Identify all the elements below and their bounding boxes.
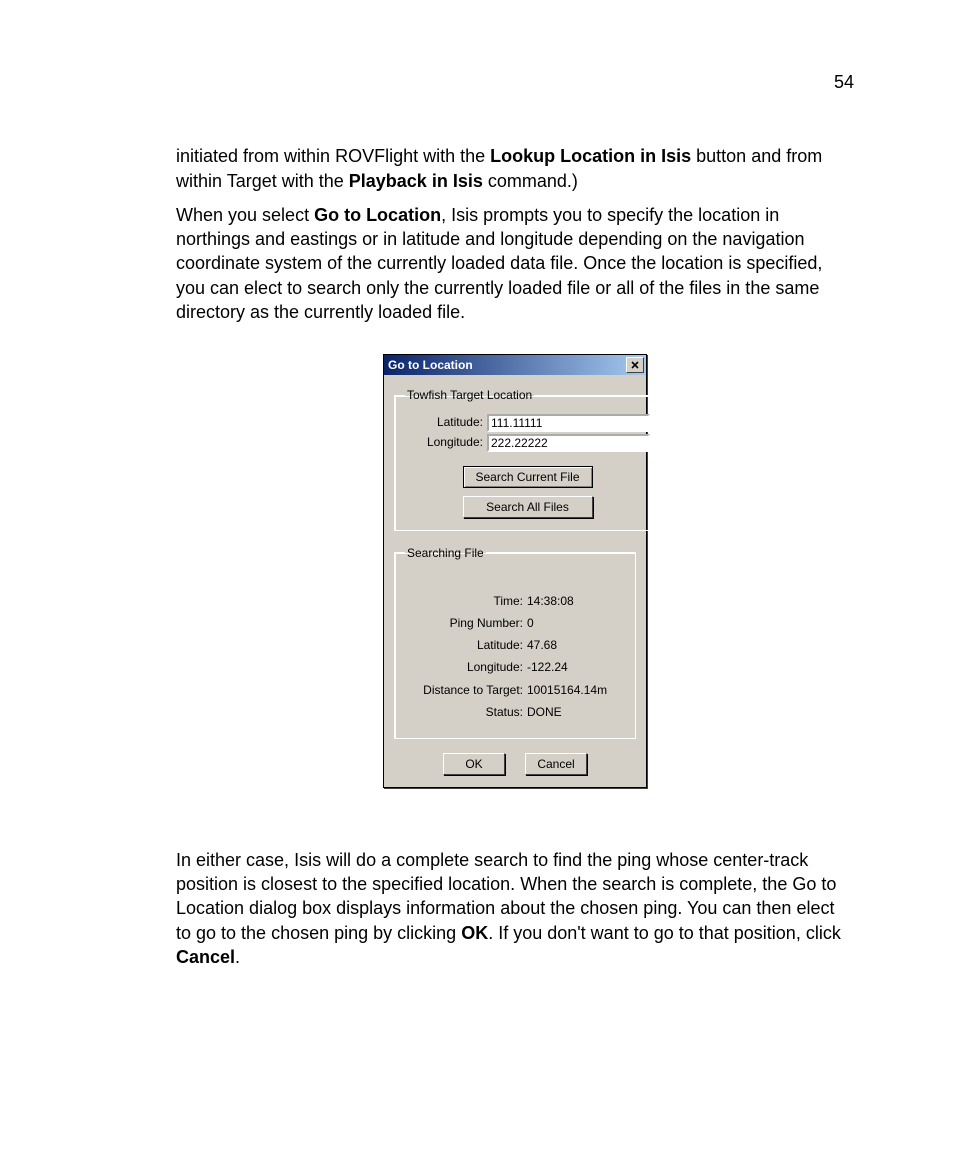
longitude-row: Longitude: -122.24 [405, 659, 625, 675]
search-all-files-button[interactable]: Search All Files [463, 496, 593, 518]
longitude-label: Longitude: [405, 659, 527, 675]
go-to-location-dialog: Go to Location Towfish Target Location L… [383, 354, 647, 788]
bold-text: Lookup Location in Isis [490, 146, 691, 166]
distance-value: 10015164.14m [527, 682, 625, 698]
dialog-titlebar[interactable]: Go to Location [384, 355, 646, 375]
towfish-target-group: Towfish Target Location Latitude: Longit… [394, 387, 661, 530]
latitude-label: Latitude: [405, 414, 487, 430]
longitude-value: -122.24 [527, 659, 625, 675]
longitude-row: Longitude: [405, 434, 650, 452]
distance-label: Distance to Target: [405, 682, 527, 698]
document-page: 54 initiated from within ROVFlight with … [0, 0, 954, 1039]
group-legend: Towfish Target Location [405, 387, 534, 403]
bold-text: Playback in Isis [349, 171, 483, 191]
time-label: Time: [405, 593, 527, 609]
status-row: Status: DONE [405, 704, 625, 720]
status-value: DONE [527, 704, 625, 720]
paragraph-1: initiated from within ROVFlight with the… [176, 144, 854, 193]
bold-text: OK [461, 923, 488, 943]
ping-label: Ping Number: [405, 615, 527, 631]
searching-file-group: Searching File Time: 14:38:08 Ping Numbe… [394, 545, 636, 739]
text: When you select [176, 205, 314, 225]
text: initiated from within ROVFlight with the [176, 146, 490, 166]
dialog-title: Go to Location [388, 357, 626, 373]
ping-value: 0 [527, 615, 625, 631]
time-value: 14:38:08 [527, 593, 625, 609]
cancel-button[interactable]: Cancel [525, 753, 587, 775]
bold-text: Go to Location [314, 205, 441, 225]
latitude-row: Latitude: 47.68 [405, 637, 625, 653]
status-label: Status: [405, 704, 527, 720]
dialog-button-row: OK Cancel [394, 753, 636, 775]
page-number: 54 [176, 70, 854, 94]
dialog-body: Towfish Target Location Latitude: Longit… [384, 375, 646, 787]
ping-row: Ping Number: 0 [405, 615, 625, 631]
time-row: Time: 14:38:08 [405, 593, 625, 609]
distance-row: Distance to Target: 10015164.14m [405, 682, 625, 698]
latitude-label: Latitude: [405, 637, 527, 653]
search-current-file-button[interactable]: Search Current File [463, 466, 593, 488]
paragraph-3: In either case, Isis will do a complete … [176, 848, 854, 969]
longitude-input[interactable] [487, 434, 650, 452]
text: . If you don't want to go to that positi… [488, 923, 841, 943]
text: . [235, 947, 240, 967]
paragraph-2: When you select Go to Location, Isis pro… [176, 203, 854, 324]
group-legend: Searching File [405, 545, 486, 561]
latitude-row: Latitude: [405, 414, 650, 432]
latitude-input[interactable] [487, 414, 650, 432]
longitude-label: Longitude: [405, 434, 487, 450]
dialog-container: Go to Location Towfish Target Location L… [176, 354, 854, 788]
latitude-value: 47.68 [527, 637, 625, 653]
text: command.) [483, 171, 578, 191]
ok-button[interactable]: OK [443, 753, 505, 775]
close-icon[interactable] [626, 357, 644, 373]
bold-text: Cancel [176, 947, 235, 967]
